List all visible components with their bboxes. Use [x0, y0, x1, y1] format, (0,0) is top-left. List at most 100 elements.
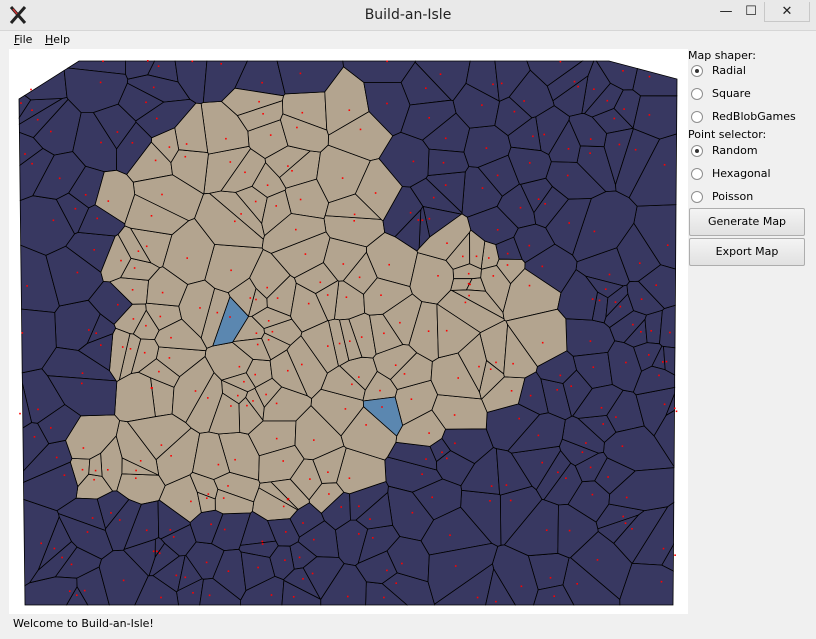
- site-point: [121, 346, 124, 348]
- site-point: [246, 404, 248, 407]
- site-point: [186, 257, 188, 259]
- site-point: [223, 528, 226, 531]
- site-point: [600, 407, 603, 409]
- site-point: [313, 439, 315, 441]
- site-point: [428, 117, 430, 119]
- site-point: [655, 284, 657, 286]
- site-point: [24, 153, 26, 155]
- site-point: [26, 285, 28, 287]
- radio-redblobgames[interactable]: RedBlobGames: [691, 110, 806, 128]
- site-point: [537, 198, 540, 200]
- site-point: [386, 102, 388, 105]
- site-point: [96, 217, 98, 220]
- site-point: [69, 590, 71, 592]
- map-canvas[interactable]: [9, 49, 688, 614]
- site-point: [93, 478, 95, 481]
- site-point: [133, 267, 136, 269]
- site-point: [445, 329, 448, 332]
- title-bar: Build-an-Isle — ☐ ✕: [0, 0, 816, 31]
- site-point: [100, 344, 102, 346]
- site-point: [270, 594, 273, 596]
- site-point: [207, 493, 210, 495]
- site-point: [602, 423, 604, 425]
- generate-map-button[interactable]: Generate Map: [689, 208, 805, 236]
- site-point: [467, 282, 470, 285]
- site-point: [143, 351, 146, 354]
- site-point: [282, 460, 284, 462]
- menu-help[interactable]: Help: [45, 33, 70, 46]
- site-point: [380, 294, 382, 296]
- site-point: [666, 244, 669, 246]
- radio-poisson[interactable]: Poisson: [691, 190, 806, 208]
- site-point: [520, 585, 523, 588]
- site-point: [432, 196, 435, 199]
- site-point: [570, 385, 572, 387]
- site-point: [53, 547, 56, 550]
- site-point: [262, 113, 264, 115]
- site-point: [537, 434, 540, 437]
- site-point: [488, 257, 490, 259]
- site-point: [468, 294, 470, 297]
- site-point: [662, 361, 664, 363]
- site-point: [544, 203, 546, 205]
- land-cell: [114, 371, 156, 423]
- site-point: [160, 596, 162, 599]
- site-point: [618, 143, 621, 146]
- site-point: [409, 211, 412, 214]
- menu-file[interactable]: File: [14, 33, 32, 46]
- radio-square[interactable]: Square: [691, 87, 806, 105]
- site-point: [61, 556, 63, 559]
- site-point: [154, 159, 157, 162]
- radio-hexagonal[interactable]: Hexagonal: [691, 167, 806, 185]
- minimize-button[interactable]: —: [715, 2, 737, 22]
- site-point: [190, 500, 192, 503]
- site-point: [192, 592, 194, 594]
- ocean-cell: [427, 148, 470, 176]
- site-point: [156, 117, 158, 120]
- site-point: [383, 596, 385, 599]
- site-point: [489, 500, 491, 502]
- site-point: [326, 294, 329, 296]
- site-point: [593, 230, 596, 233]
- site-point: [353, 213, 356, 216]
- site-point: [100, 141, 102, 144]
- site-point: [220, 63, 222, 65]
- site-point: [342, 263, 345, 265]
- site-point: [528, 284, 531, 287]
- site-point: [275, 402, 278, 405]
- site-point: [505, 484, 508, 486]
- radio-random[interactable]: Random: [691, 144, 806, 162]
- site-point: [107, 469, 109, 471]
- radio-radial[interactable]: Radial: [691, 64, 806, 82]
- site-point: [589, 138, 592, 140]
- site-point: [222, 497, 225, 499]
- maximize-button[interactable]: ☐: [740, 2, 762, 22]
- site-point: [76, 594, 78, 596]
- site-point: [663, 403, 666, 406]
- site-point: [347, 595, 349, 598]
- site-point: [379, 389, 381, 392]
- site-point: [446, 242, 448, 244]
- site-point: [84, 194, 87, 196]
- site-point: [541, 265, 544, 268]
- site-point: [632, 323, 634, 326]
- site-point: [353, 220, 355, 222]
- site-point: [359, 128, 362, 131]
- site-point: [492, 275, 495, 277]
- site-point: [157, 65, 160, 67]
- site-point: [74, 207, 77, 210]
- site-point: [255, 298, 257, 301]
- status-bar: Welcome to Build-an-Isle!: [13, 617, 154, 630]
- site-point: [640, 298, 643, 300]
- site-point: [21, 332, 24, 334]
- site-point: [81, 468, 84, 471]
- export-map-button[interactable]: Export Map: [689, 238, 805, 266]
- site-point: [131, 289, 134, 291]
- window-title: Build-an-Isle: [364, 7, 452, 23]
- site-point: [640, 331, 642, 333]
- site-point: [261, 540, 264, 543]
- island-map[interactable]: [9, 49, 688, 614]
- site-point: [184, 155, 187, 158]
- close-button[interactable]: ✕: [764, 2, 810, 22]
- site-point: [464, 301, 467, 304]
